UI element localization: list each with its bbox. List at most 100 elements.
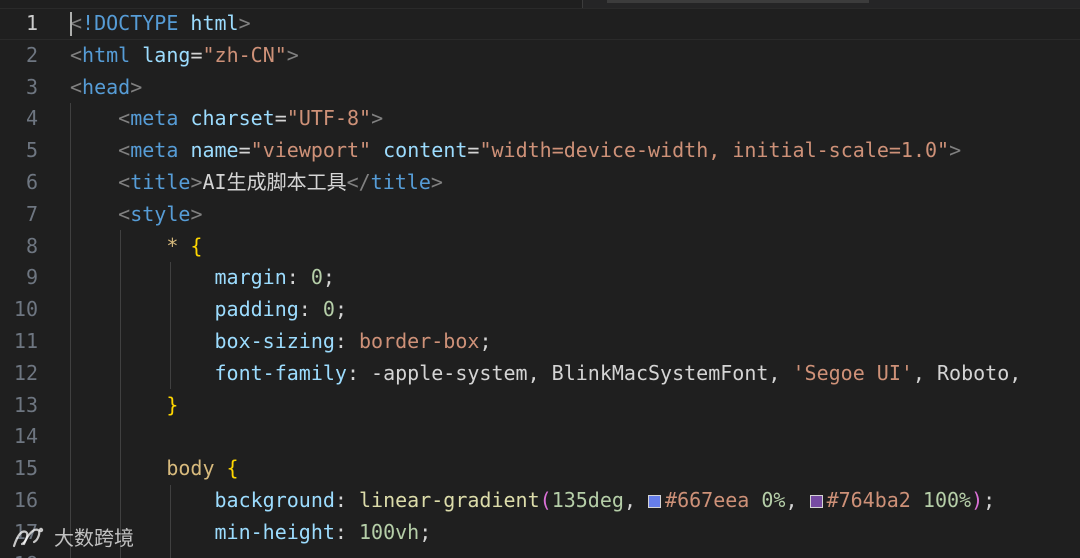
code-line[interactable]: * { xyxy=(70,231,1080,263)
code-token: "UTF-8" xyxy=(286,106,372,131)
line-number: 12 xyxy=(13,360,38,385)
code-token: </ xyxy=(346,169,371,194)
code-token: padding xyxy=(214,297,299,322)
code-token: > xyxy=(190,201,203,226)
code-token: background xyxy=(214,487,335,512)
line-number: 11 xyxy=(13,328,38,353)
code-line[interactable]: font-family: -apple-system, BlinkMacSyst… xyxy=(70,358,1080,390)
code-token: box-sizing xyxy=(214,328,335,353)
code-line[interactable]: body { xyxy=(70,453,1080,485)
code-token: linear-gradient xyxy=(359,487,540,512)
code-token: content xyxy=(383,138,468,163)
code-line[interactable]: <title>AI生成脚本工具</title> xyxy=(70,167,1080,199)
code-line[interactable]: padding: 0; xyxy=(70,294,1080,326)
code-line[interactable] xyxy=(70,421,1080,453)
code-line[interactable]: } xyxy=(70,390,1080,422)
code-token: = xyxy=(274,106,287,131)
code-line[interactable]: <html lang="zh-CN"> xyxy=(70,40,1080,72)
code-token: 100vh xyxy=(359,519,420,544)
code-token: meta xyxy=(130,138,179,163)
code-line[interactable]: box-sizing: border-box; xyxy=(70,326,1080,358)
code-token: html xyxy=(82,42,131,67)
code-token: 'Segoe UI' xyxy=(792,360,913,385)
code-token: body xyxy=(166,456,215,481)
code-line[interactable]: <meta name="viewport" content="width=dev… xyxy=(70,135,1080,167)
code-token: ; xyxy=(419,519,432,544)
code-token: "viewport" xyxy=(250,138,372,163)
code-token: head xyxy=(82,74,131,99)
code-token: ) xyxy=(971,487,984,512)
line-number: 2 xyxy=(25,42,38,67)
color-swatch[interactable] xyxy=(648,494,662,508)
code-token: = xyxy=(190,42,203,67)
code-token: #764ba2 xyxy=(826,487,911,512)
watermark-text: 大数跨境 xyxy=(54,526,134,550)
code-token: html xyxy=(190,11,239,35)
code-token: > xyxy=(949,138,962,163)
line-number: 3 xyxy=(25,74,38,99)
code-token: "width=device-width, initial-scale=1.0" xyxy=(479,138,950,163)
code-token: 0 xyxy=(310,265,323,290)
code-token: < xyxy=(118,201,131,226)
watermark: 大数跨境 xyxy=(10,522,134,551)
code-token: { xyxy=(190,233,203,258)
code-token: ; xyxy=(334,297,347,322)
find-input[interactable] xyxy=(607,0,869,3)
code-token: title xyxy=(370,169,431,194)
code-token: * xyxy=(166,233,179,258)
code-area[interactable]: <!DOCTYPE html> <html lang="zh-CN"> <head>… xyxy=(0,8,1080,558)
code-token: : xyxy=(286,265,311,290)
code-line[interactable]: <head> xyxy=(70,72,1080,104)
code-token: meta xyxy=(130,106,179,131)
code-token: -apple-system, BlinkMacSystemFont, xyxy=(371,360,793,385)
code-token: > xyxy=(130,74,143,99)
line-number: 10 xyxy=(13,297,38,322)
code-token: 135deg xyxy=(551,487,624,512)
code-token: font-family xyxy=(214,360,347,385)
code-token: 0 xyxy=(322,297,335,322)
code-token: : xyxy=(346,360,372,385)
code-line[interactable]: <meta charset="UTF-8"> xyxy=(70,103,1080,135)
code-token: < xyxy=(70,42,83,67)
code-token: > xyxy=(286,42,299,67)
line-number: 4 xyxy=(25,106,38,131)
code-line[interactable]: margin: 0; xyxy=(70,262,1080,294)
code-token: < xyxy=(118,169,131,194)
code-token: : xyxy=(334,487,360,512)
code-token: , xyxy=(623,487,649,512)
code-line[interactable]: background: linear-gradient(135deg, #667… xyxy=(70,485,1080,517)
code-token: : xyxy=(334,328,360,353)
code-token: { xyxy=(226,456,239,481)
dashu-logo-icon xyxy=(12,527,44,547)
code-line[interactable]: <style> xyxy=(70,199,1080,231)
code-editor[interactable]: 123456789101112131415161718 <!DOCTYPE ht… xyxy=(0,0,1080,558)
code-token: #667eea xyxy=(665,487,750,512)
code-line[interactable]: <!DOCTYPE html> xyxy=(0,8,1080,40)
color-swatch[interactable] xyxy=(809,494,823,508)
code-line[interactable]: min-height: 100vh; xyxy=(70,517,1080,549)
code-token: < xyxy=(118,138,131,163)
code-token: : xyxy=(298,297,323,322)
code-token: } xyxy=(166,392,179,417)
code-token: : xyxy=(334,519,360,544)
line-number: 16 xyxy=(13,487,38,512)
code-token: ; xyxy=(322,265,335,290)
code-token: , Roboto, xyxy=(912,360,1022,385)
code-token: AI生成脚本工具 xyxy=(202,169,347,194)
code-token: > xyxy=(238,11,251,35)
code-line[interactable] xyxy=(70,549,1080,558)
